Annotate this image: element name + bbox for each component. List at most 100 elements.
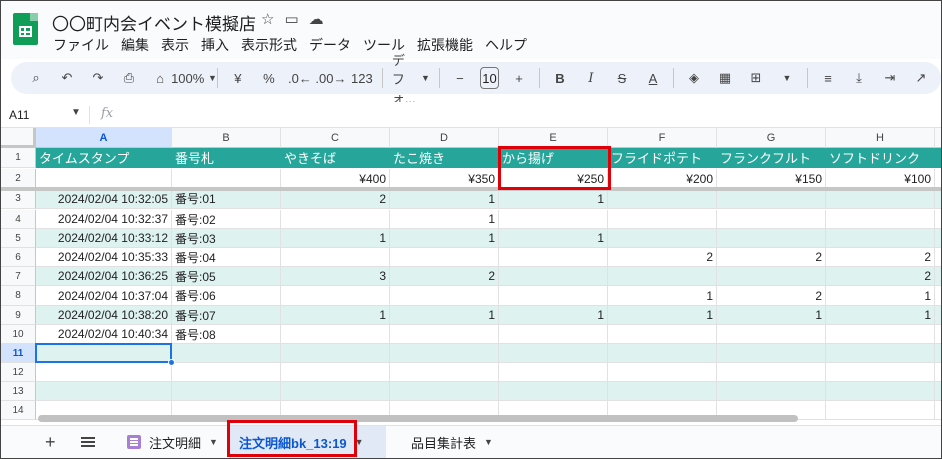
- price-cell[interactable]: ¥150: [717, 169, 826, 189]
- sheet-tab-item-summary[interactable]: 品目集計表 ▼: [401, 426, 503, 458]
- timestamp-cell[interactable]: 2024/02/04 10:33:12: [36, 229, 172, 248]
- quantity-cell[interactable]: [608, 363, 717, 382]
- quantity-cell[interactable]: [390, 344, 499, 363]
- quantity-cell[interactable]: 2: [826, 248, 935, 267]
- quantity-cell[interactable]: [826, 363, 935, 382]
- timestamp-cell[interactable]: 2024/02/04 10:37:04: [36, 286, 172, 306]
- header-cell[interactable]: 番号札: [172, 148, 281, 168]
- quantity-cell[interactable]: 1: [499, 189, 608, 209]
- quantity-cell[interactable]: [935, 248, 941, 267]
- row-header-14[interactable]: 14: [1, 401, 36, 420]
- borders-icon[interactable]: ▦: [714, 66, 736, 90]
- ticket-cell[interactable]: 番号:07: [172, 306, 281, 325]
- ticket-cell[interactable]: 番号:04: [172, 248, 281, 267]
- row-header-10[interactable]: 10: [1, 325, 36, 344]
- add-sheet-button[interactable]: +: [45, 432, 56, 453]
- quantity-cell[interactable]: [499, 325, 608, 344]
- zoom-select[interactable]: 100% ▼: [171, 66, 217, 90]
- column-header-b[interactable]: B: [172, 128, 281, 148]
- chevron-down-icon[interactable]: ▼: [71, 107, 81, 118]
- ticket-cell[interactable]: [172, 344, 281, 363]
- quantity-cell[interactable]: 1: [390, 306, 499, 325]
- horizontal-align-icon[interactable]: ≡: [817, 66, 839, 90]
- ticket-cell[interactable]: 番号:08: [172, 325, 281, 344]
- quantity-cell[interactable]: [499, 344, 608, 363]
- quantity-cell[interactable]: [935, 267, 941, 286]
- quantity-cell[interactable]: [826, 229, 935, 248]
- quantity-cell[interactable]: [281, 363, 390, 382]
- row-header-6[interactable]: 6: [1, 248, 36, 267]
- quantity-cell[interactable]: [935, 363, 941, 382]
- timestamp-cell[interactable]: 2024/02/04 10:40:34: [36, 325, 172, 344]
- quantity-cell[interactable]: 1: [826, 306, 935, 325]
- quantity-cell[interactable]: 2: [281, 189, 390, 209]
- quantity-cell[interactable]: [390, 248, 499, 267]
- column-header-overflow[interactable]: [935, 128, 941, 148]
- column-header-a[interactable]: A: [36, 128, 172, 148]
- quantity-cell[interactable]: [390, 286, 499, 306]
- quantity-cell[interactable]: [281, 344, 390, 363]
- quantity-cell[interactable]: [717, 344, 826, 363]
- quantity-cell[interactable]: [281, 248, 390, 267]
- spreadsheet-grid[interactable]: A B C D E F G H 1 2 3 4 5 6 7 8 9 10 11 12 13 14 タイムスタンプ 番号札 やきそ…: [1, 128, 941, 425]
- timestamp-cell[interactable]: 2024/02/04 10:32:37: [36, 210, 172, 229]
- menu-view[interactable]: 表示: [160, 35, 190, 55]
- chevron-down-icon[interactable]: ▼: [776, 66, 798, 90]
- quantity-cell[interactable]: [608, 229, 717, 248]
- quantity-cell[interactable]: 1: [499, 306, 608, 325]
- row-header-8[interactable]: 8: [1, 286, 36, 306]
- quantity-cell[interactable]: [608, 189, 717, 209]
- cloud-status-icon[interactable]: ☁: [309, 10, 324, 28]
- quantity-cell[interactable]: [281, 382, 390, 401]
- quantity-cell[interactable]: [935, 325, 941, 344]
- menu-file[interactable]: ファイル: [52, 35, 110, 55]
- text-wrap-icon[interactable]: ⇥: [879, 66, 901, 90]
- quantity-cell[interactable]: [608, 267, 717, 286]
- quantity-cell[interactable]: [826, 382, 935, 401]
- quantity-cell[interactable]: [935, 382, 941, 401]
- column-header-c[interactable]: C: [281, 128, 390, 148]
- font-size-input[interactable]: 10: [479, 67, 499, 89]
- quantity-cell[interactable]: [935, 401, 941, 420]
- quantity-cell[interactable]: 1: [826, 286, 935, 306]
- chevron-down-icon[interactable]: ▼: [355, 437, 364, 447]
- price-cell[interactable]: ¥350: [390, 169, 499, 189]
- quantity-cell[interactable]: [717, 325, 826, 344]
- quantity-cell[interactable]: [826, 189, 935, 209]
- quantity-cell[interactable]: [499, 286, 608, 306]
- price-cell[interactable]: [935, 169, 941, 189]
- quantity-cell[interactable]: [608, 382, 717, 401]
- quantity-cell[interactable]: [499, 248, 608, 267]
- header-cell[interactable]: タイムスタンプ: [36, 148, 172, 168]
- column-header-d[interactable]: D: [390, 128, 499, 148]
- quantity-cell[interactable]: 1: [608, 306, 717, 325]
- quantity-cell[interactable]: [390, 382, 499, 401]
- quantity-cell[interactable]: [935, 189, 941, 209]
- text-color-button[interactable]: A: [642, 66, 664, 90]
- quantity-cell[interactable]: [717, 382, 826, 401]
- menu-help[interactable]: ヘルプ: [484, 35, 528, 55]
- quantity-cell[interactable]: 2: [717, 248, 826, 267]
- menu-edit[interactable]: 編集: [120, 35, 150, 55]
- row-header-4[interactable]: 4: [1, 210, 36, 229]
- quantity-cell[interactable]: [499, 382, 608, 401]
- font-select[interactable]: デフォ... ▼: [392, 53, 430, 106]
- strikethrough-button[interactable]: S: [611, 66, 633, 90]
- quantity-cell[interactable]: 3: [281, 267, 390, 286]
- bold-button[interactable]: B: [549, 66, 571, 90]
- price-cell[interactable]: [36, 169, 172, 189]
- row-header-3[interactable]: 3: [1, 189, 36, 209]
- document-title[interactable]: 〇〇町内会イベント模擬店: [52, 10, 256, 35]
- percent-format-button[interactable]: %: [258, 66, 280, 90]
- quantity-cell[interactable]: 2: [390, 267, 499, 286]
- ticket-cell[interactable]: 番号:01: [172, 189, 281, 209]
- row-header-2[interactable]: 2: [1, 169, 36, 189]
- quantity-cell[interactable]: 2: [826, 267, 935, 286]
- sheet-tab-order-details[interactable]: 注文明細 ▼: [117, 426, 228, 458]
- row-header-9[interactable]: 9: [1, 306, 36, 325]
- column-header-h[interactable]: H: [826, 128, 935, 148]
- quantity-cell[interactable]: [826, 344, 935, 363]
- column-header-g[interactable]: G: [717, 128, 826, 148]
- text-rotation-icon[interactable]: ↗: [910, 66, 932, 90]
- header-cell[interactable]: [935, 148, 941, 168]
